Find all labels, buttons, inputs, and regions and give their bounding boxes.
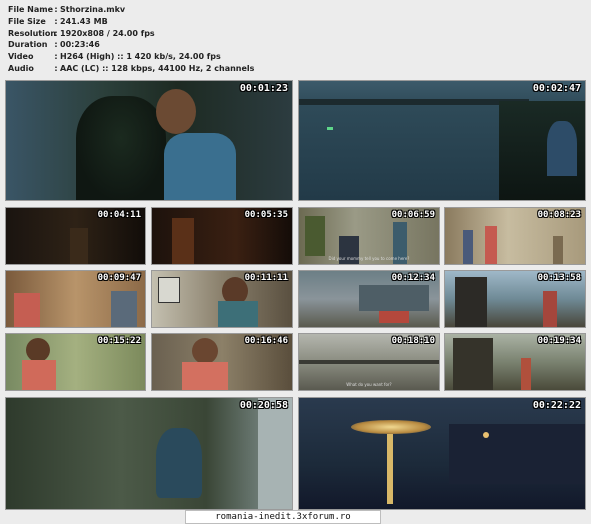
timestamp-label: 00:01:23 xyxy=(239,83,288,94)
thumbnail-13: 00:18:10 What do you want for? xyxy=(298,333,440,391)
thumbnail-2: 00:02:47 xyxy=(298,80,586,201)
thumbnail-6: 00:08:23 xyxy=(444,207,586,265)
timestamp-label: 00:19:34 xyxy=(537,336,581,346)
timestamp-label: 00:11:11 xyxy=(244,273,288,283)
thumbnail-15: 00:20:58 xyxy=(5,397,293,510)
watermark-footer: romania-inedit.3xforum.ro xyxy=(185,510,381,524)
thumbnail-9: 00:12:34 xyxy=(298,270,440,328)
timestamp-label: 00:16:46 xyxy=(244,336,288,346)
thumbnail-4: 00:05:35 xyxy=(151,207,293,265)
thumbnail-3: 00:04:11 xyxy=(5,207,146,265)
timestamp-label: 00:20:58 xyxy=(239,400,288,411)
timestamp-label: 00:12:34 xyxy=(391,273,435,283)
timestamp-label: 00:22:22 xyxy=(532,400,581,411)
timestamp-label: 00:08:23 xyxy=(537,210,581,220)
thumbnail-12: 00:16:46 xyxy=(151,333,293,391)
timestamp-label: 00:09:47 xyxy=(97,273,141,283)
thumbnail-10: 00:13:58 xyxy=(444,270,586,328)
thumbnail-1: 00:01:23 xyxy=(5,80,293,201)
thumbnail-16: 00:22:22 xyxy=(298,397,586,510)
timestamp-label: 00:05:35 xyxy=(244,210,288,220)
timestamp-label: 00:18:10 xyxy=(391,336,435,346)
timestamp-label: 00:13:58 xyxy=(537,273,581,283)
timestamp-label: 00:02:47 xyxy=(532,83,581,94)
subtitle-text: What do you want for? xyxy=(346,382,392,387)
thumbnail-grid: 00:01:23 00:02:47 00:04:11 00:05:35 00:0… xyxy=(0,0,591,524)
thumbnail-14: 00:19:34 xyxy=(444,333,586,391)
thumbnail-11: 00:15:22 xyxy=(5,333,146,391)
timestamp-label: 00:06:59 xyxy=(391,210,435,220)
timestamp-label: 00:04:11 xyxy=(97,210,141,220)
thumbnail-7: 00:09:47 xyxy=(5,270,146,328)
subtitle-text: Did your mommy tell you to come here? xyxy=(328,256,410,261)
thumbnail-8: 00:11:11 xyxy=(151,270,293,328)
timestamp-label: 00:15:22 xyxy=(97,336,141,346)
thumbnail-5: 00:06:59 Did your mommy tell you to come… xyxy=(298,207,440,265)
